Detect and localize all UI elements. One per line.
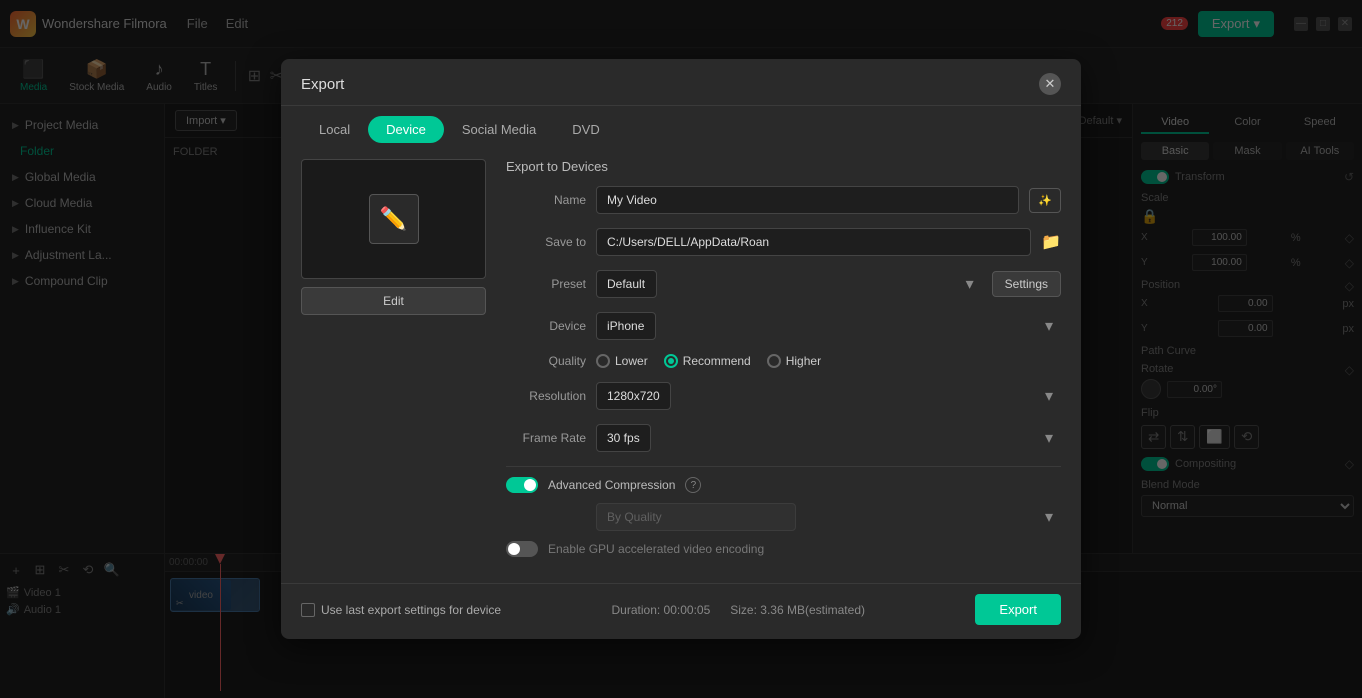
- preview-thumbnail: ✏️: [301, 159, 486, 279]
- preset-row: Preset Default Settings: [506, 270, 1061, 298]
- save-to-input[interactable]: [596, 228, 1031, 256]
- frame-rate-select[interactable]: 30 fps: [596, 424, 651, 452]
- name-label: Name: [506, 193, 586, 207]
- edit-button[interactable]: Edit: [301, 287, 486, 315]
- name-input[interactable]: [596, 186, 1019, 214]
- device-row: Device iPhone: [506, 312, 1061, 340]
- tab-social-media[interactable]: Social Media: [444, 116, 554, 143]
- resolution-label: Resolution: [506, 389, 586, 403]
- quality-recommend-radio[interactable]: [664, 354, 678, 368]
- divider-1: [506, 466, 1061, 467]
- settings-button[interactable]: Settings: [992, 271, 1061, 297]
- advanced-compression-toggle[interactable]: [506, 477, 538, 493]
- quality-radio-group: Lower Recommend Higher: [596, 354, 821, 368]
- modal-settings: Export to Devices Name ✨ Save to 📁: [506, 159, 1061, 567]
- folder-browse-button[interactable]: 📁: [1041, 232, 1061, 252]
- use-last-settings-checkbox[interactable]: Use last export settings for device: [301, 603, 501, 617]
- quality-higher-radio[interactable]: [767, 354, 781, 368]
- save-to-label: Save to: [506, 235, 586, 249]
- export-main-button[interactable]: Export: [975, 594, 1061, 625]
- frame-rate-label: Frame Rate: [506, 431, 586, 445]
- modal-overlay: Export ✕ Local Device Social Media DVD ✏…: [0, 0, 1362, 698]
- quality-higher-option[interactable]: Higher: [767, 354, 821, 368]
- quality-recommend-option[interactable]: Recommend: [664, 354, 751, 368]
- quality-lower-option[interactable]: Lower: [596, 354, 648, 368]
- modal-footer: Use last export settings for device Dura…: [281, 583, 1081, 639]
- size-info: Size: 3.36 MB(estimated): [730, 603, 865, 617]
- pencil-icon: ✏️: [369, 194, 419, 244]
- help-icon[interactable]: ?: [685, 477, 701, 493]
- device-label: Device: [506, 319, 586, 333]
- modal-title: Export: [301, 76, 344, 93]
- resolution-row: Resolution 1280x720: [506, 382, 1061, 410]
- frame-rate-row: Frame Rate 30 fps: [506, 424, 1061, 452]
- modal-body: ✏️ Edit Export to Devices Name ✨ Save to: [281, 143, 1081, 583]
- duration-info: Duration: 00:00:05: [612, 603, 711, 617]
- name-row: Name ✨: [506, 186, 1061, 214]
- preset-select[interactable]: Default: [596, 270, 657, 298]
- modal-close-button[interactable]: ✕: [1039, 73, 1061, 95]
- quality-label: Quality: [506, 354, 586, 368]
- gpu-toggle[interactable]: [506, 541, 538, 557]
- modal-header: Export ✕: [281, 59, 1081, 106]
- ai-rename-button[interactable]: ✨: [1029, 188, 1061, 213]
- by-quality-select: By Quality: [596, 503, 796, 531]
- device-select[interactable]: iPhone: [596, 312, 656, 340]
- ai-icon: ✨: [1038, 194, 1052, 207]
- resolution-select[interactable]: 1280x720: [596, 382, 671, 410]
- gpu-label: Enable GPU accelerated video encoding: [548, 542, 764, 556]
- tab-local[interactable]: Local: [301, 116, 368, 143]
- tab-dvd[interactable]: DVD: [554, 116, 617, 143]
- use-last-settings-label: Use last export settings for device: [321, 603, 501, 617]
- footer-left: Use last export settings for device: [301, 603, 501, 617]
- checkbox-icon: [301, 603, 315, 617]
- quality-row: Quality Lower Recommend Higher: [506, 354, 1061, 368]
- quality-lower-radio[interactable]: [596, 354, 610, 368]
- preset-label: Preset: [506, 277, 586, 291]
- save-to-row: Save to 📁: [506, 228, 1061, 256]
- gpu-row: Enable GPU accelerated video encoding: [506, 541, 1061, 557]
- export-to-devices-label: Export to Devices: [506, 159, 1061, 174]
- tab-device[interactable]: Device: [368, 116, 444, 143]
- advanced-compression-label: Advanced Compression: [548, 478, 675, 492]
- modal-tabs: Local Device Social Media DVD: [281, 106, 1081, 143]
- by-quality-row: By Quality: [596, 503, 1061, 531]
- modal-preview: ✏️ Edit: [301, 159, 486, 567]
- advanced-compression-row: Advanced Compression ?: [506, 477, 1061, 493]
- export-modal: Export ✕ Local Device Social Media DVD ✏…: [281, 59, 1081, 639]
- footer-info: Duration: 00:00:05 Size: 3.36 MB(estimat…: [612, 603, 865, 617]
